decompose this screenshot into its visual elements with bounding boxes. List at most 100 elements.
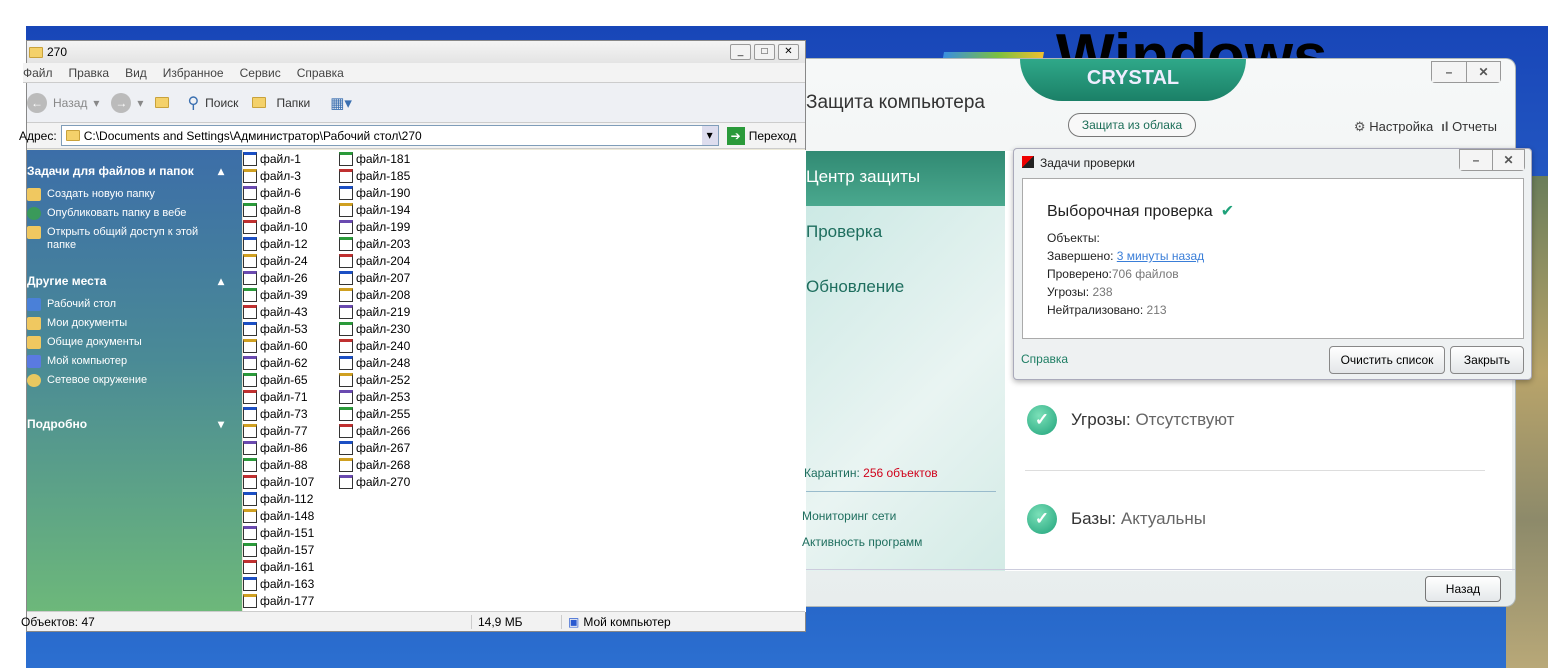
file-item[interactable]: файл-112 <box>243 490 313 507</box>
file-item[interactable]: файл-77 <box>243 422 308 439</box>
file-item[interactable]: файл-253 <box>339 388 410 405</box>
file-item[interactable]: файл-60 <box>243 337 308 354</box>
place-my-documents[interactable]: Мои документы <box>27 317 242 330</box>
file-item[interactable]: файл-203 <box>339 235 410 252</box>
file-item[interactable]: файл-268 <box>339 456 410 473</box>
back-button[interactable]: Назад <box>1425 576 1501 602</box>
file-item[interactable]: файл-204 <box>339 252 410 269</box>
minimize-button[interactable]: – <box>1460 150 1492 170</box>
menu-view[interactable]: Вид <box>125 66 147 80</box>
app-activity-link[interactable]: Активность программ <box>802 535 922 549</box>
views-icon[interactable]: ▦▾ <box>330 94 352 112</box>
reports-link[interactable]: ıl Отчеты <box>1441 119 1497 135</box>
file-item[interactable]: файл-1 <box>243 150 301 167</box>
threats-status[interactable]: ✓ Угрозы: Отсутствуют <box>1027 405 1234 435</box>
file-item[interactable]: файл-148 <box>243 507 314 524</box>
explorer-title-bar[interactable]: 270 _ □ ✕ <box>27 41 805 63</box>
folder-up-icon[interactable] <box>155 97 170 108</box>
search-button[interactable]: Поиск <box>205 96 238 110</box>
nav-protection-center[interactable]: Центр защиты <box>806 151 1005 206</box>
file-item[interactable]: файл-207 <box>339 269 410 286</box>
menu-edit[interactable]: Правка <box>69 66 110 80</box>
databases-status[interactable]: ✓ Базы: Актуальны <box>1027 504 1206 534</box>
file-item[interactable]: файл-208 <box>339 286 410 303</box>
file-item[interactable]: файл-6 <box>243 184 301 201</box>
menu-favorites[interactable]: Избранное <box>163 66 224 80</box>
back-dropdown-icon[interactable]: ▾ <box>93 96 99 110</box>
file-item[interactable]: файл-8 <box>243 201 301 218</box>
file-item[interactable]: файл-240 <box>339 337 410 354</box>
file-item[interactable]: файл-86 <box>243 439 308 456</box>
cloud-protection-button[interactable]: Защита из облака <box>1068 113 1196 137</box>
file-item[interactable]: файл-177 <box>243 592 314 609</box>
file-item[interactable]: файл-151 <box>243 524 314 541</box>
maximize-button[interactable]: □ <box>754 44 775 60</box>
tasks-section-title[interactable]: Задачи для файлов и папок <box>27 164 194 178</box>
task-new-folder[interactable]: Создать новую папку <box>27 188 242 201</box>
help-link[interactable]: Справка <box>1021 352 1068 366</box>
minimize-button[interactable]: _ <box>730 44 751 60</box>
file-item[interactable]: файл-185 <box>339 167 410 184</box>
forward-dropdown-icon[interactable]: ▾ <box>137 96 143 110</box>
file-item[interactable]: файл-163 <box>243 575 314 592</box>
back-button[interactable]: Назад <box>53 96 87 110</box>
places-section-title[interactable]: Другие места <box>27 274 106 288</box>
menu-file[interactable]: Файл <box>23 66 53 80</box>
file-item[interactable]: файл-26 <box>243 269 308 286</box>
file-item[interactable]: файл-24 <box>243 252 308 269</box>
task-publish-web[interactable]: Опубликовать папку в вебе <box>27 207 242 220</box>
back-arrow-icon[interactable]: ← <box>27 92 47 113</box>
file-item[interactable]: файл-107 <box>243 473 314 490</box>
expand-icon[interactable]: ▾ <box>218 417 224 431</box>
file-item[interactable]: файл-12 <box>243 235 308 252</box>
file-item[interactable]: файл-267 <box>339 439 410 456</box>
go-arrow-icon[interactable]: ➔ <box>726 126 745 145</box>
file-item[interactable]: файл-157 <box>243 541 314 558</box>
forward-arrow-icon[interactable]: → <box>111 92 132 113</box>
network-monitor-link[interactable]: Мониторинг сети <box>802 509 896 523</box>
file-item[interactable]: файл-3 <box>243 167 301 184</box>
place-network[interactable]: Сетевое окружение <box>27 374 242 387</box>
file-item[interactable]: файл-230 <box>339 320 410 337</box>
close-button[interactable]: ✕ <box>1466 62 1500 82</box>
file-item[interactable]: файл-62 <box>243 354 308 371</box>
go-button[interactable]: Переход <box>749 129 797 143</box>
file-item[interactable]: файл-65 <box>243 371 308 388</box>
quarantine-link[interactable]: Карантин: 256 объектов <box>804 466 938 480</box>
address-input[interactable]: C:\Documents and Settings\Администратор\… <box>60 125 719 146</box>
file-item[interactable]: файл-199 <box>339 218 410 235</box>
file-item[interactable]: файл-73 <box>243 405 308 422</box>
menu-help[interactable]: Справка <box>297 66 344 80</box>
place-my-computer[interactable]: Мой компьютер <box>27 355 242 368</box>
file-item[interactable]: файл-181 <box>339 150 410 167</box>
nav-update[interactable]: Обновление <box>806 261 1005 316</box>
folders-button[interactable]: Папки <box>276 96 310 110</box>
task-share-folder[interactable]: Открыть общий доступ к этой папке <box>27 226 242 252</box>
clear-list-button[interactable]: Очистить список <box>1329 346 1445 374</box>
close-dialog-button[interactable]: Закрыть <box>1450 346 1524 374</box>
file-item[interactable]: файл-10 <box>243 218 308 235</box>
file-item[interactable]: файл-71 <box>243 388 308 405</box>
nav-scan[interactable]: Проверка <box>806 206 1005 261</box>
collapse-icon[interactable]: ▴ <box>218 274 224 288</box>
file-item[interactable]: файл-266 <box>339 422 410 439</box>
settings-link[interactable]: ⚙ Настройка <box>1354 119 1433 135</box>
close-button[interactable]: ✕ <box>1492 150 1524 170</box>
file-item[interactable]: файл-43 <box>243 303 308 320</box>
place-desktop[interactable]: Рабочий стол <box>27 298 242 311</box>
place-shared-documents[interactable]: Общие документы <box>27 336 242 349</box>
completed-link[interactable]: 3 минуты назад <box>1117 249 1204 263</box>
details-section-title[interactable]: Подробно <box>27 417 87 431</box>
file-item[interactable]: файл-161 <box>243 558 314 575</box>
menu-tools[interactable]: Сервис <box>240 66 281 80</box>
close-button[interactable]: ✕ <box>778 44 799 60</box>
file-item[interactable]: файл-270 <box>339 473 410 490</box>
file-item[interactable]: файл-88 <box>243 456 308 473</box>
file-item[interactable]: файл-252 <box>339 371 410 388</box>
file-item[interactable]: файл-190 <box>339 184 410 201</box>
collapse-icon[interactable]: ▴ <box>218 164 224 178</box>
file-item[interactable]: файл-248 <box>339 354 410 371</box>
file-item[interactable]: файл-194 <box>339 201 410 218</box>
address-dropdown-icon[interactable]: ▾ <box>701 126 718 145</box>
file-item[interactable]: файл-219 <box>339 303 410 320</box>
